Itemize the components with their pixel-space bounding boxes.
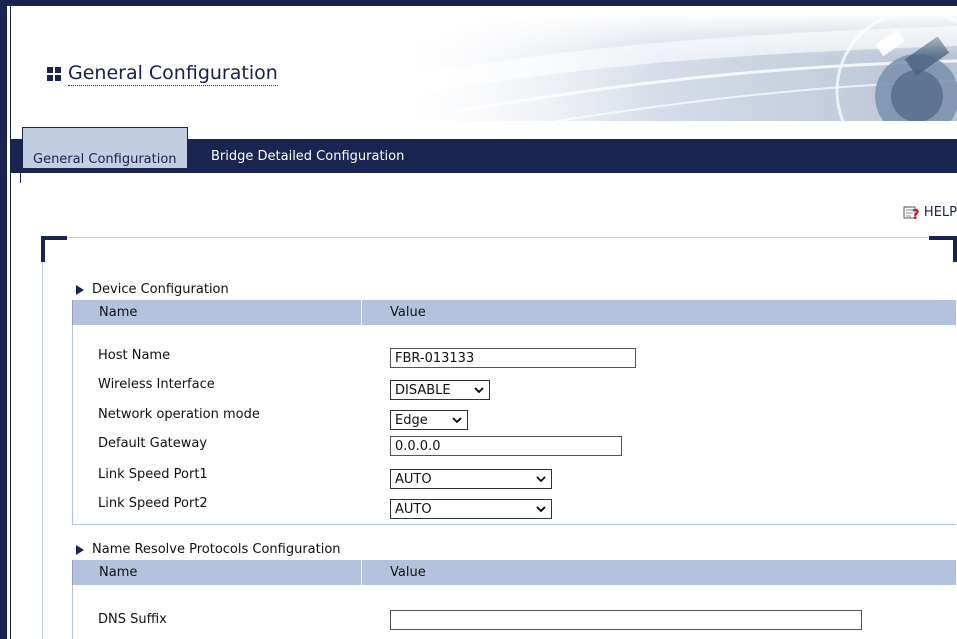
tab-active-left-edge: [20, 173, 21, 183]
wireless-interface-select[interactable]: DISABLE: [390, 380, 490, 400]
dns-suffix-input[interactable]: [390, 610, 862, 630]
dns-table-header: Name Value: [72, 560, 956, 585]
device-table-bottom-border: [72, 524, 956, 525]
device-section-title: Device Configuration: [76, 282, 229, 297]
triangle-right-icon: [76, 284, 84, 295]
section-title-label: Name Resolve Protocols Configuration: [92, 542, 341, 557]
section-title-label: Device Configuration: [92, 282, 229, 297]
header-banner-art: [357, 16, 957, 121]
device-table-header: Name Value: [72, 300, 956, 325]
host-name-label: Host Name: [98, 348, 171, 363]
wireless-interface-value: DISABLE: [395, 382, 451, 398]
link-speed-port1-select[interactable]: AUTO: [390, 469, 552, 489]
link-speed-port2-value: AUTO: [395, 501, 432, 517]
svg-text:?: ?: [912, 208, 920, 220]
chevron-down-icon: [536, 506, 546, 513]
link-speed-port1-label: Link Speed Port1: [98, 467, 208, 482]
content-corner: [953, 236, 957, 262]
link-speed-port2-select[interactable]: AUTO: [390, 499, 552, 519]
triangle-right-icon: [76, 544, 84, 555]
chevron-down-icon: [474, 387, 484, 394]
page-title-area: General Configuration: [47, 62, 278, 86]
chevron-down-icon: [452, 417, 462, 424]
wireless-interface-label: Wireless Interface: [98, 377, 215, 392]
link-speed-port1-value: AUTO: [395, 471, 432, 487]
col-header-name: Name: [99, 305, 138, 320]
network-operation-mode-label: Network operation mode: [98, 407, 260, 422]
default-gateway-label: Default Gateway: [98, 436, 208, 451]
content-corner: [41, 236, 45, 262]
content-box-left: [42, 262, 43, 639]
tab-general-configuration[interactable]: General Configuration: [22, 127, 188, 168]
chevron-down-icon: [536, 476, 546, 483]
grid-icon: [47, 67, 61, 81]
dns-suffix-label: DNS Suffix: [98, 612, 167, 627]
network-operation-mode-value: Edge: [395, 412, 428, 428]
col-header-value: Value: [390, 305, 426, 320]
page-header: General Configuration: [11, 6, 957, 121]
help-label: HELP: [923, 205, 957, 220]
network-operation-mode-select[interactable]: Edge: [390, 410, 468, 430]
window-left-border: [0, 0, 7, 639]
page-title: General Configuration: [68, 62, 278, 86]
col-header-value: Value: [390, 565, 426, 580]
device-table-left-border: [72, 325, 73, 525]
tab-bar: General Configuration Bridge Detailed Co…: [11, 127, 957, 173]
dns-section-title: Name Resolve Protocols Configuration: [76, 542, 341, 557]
help-link[interactable]: ? HELP: [903, 205, 957, 220]
content-box-top: [67, 237, 929, 238]
col-header-name: Name: [99, 565, 138, 580]
tab-bridge-detailed-configuration[interactable]: Bridge Detailed Configuration: [201, 139, 414, 173]
dns-table-left-border: [72, 585, 73, 639]
host-name-input[interactable]: [390, 348, 636, 368]
default-gateway-input[interactable]: [390, 436, 622, 456]
help-icon: ?: [903, 206, 920, 220]
link-speed-port2-label: Link Speed Port2: [98, 496, 208, 511]
